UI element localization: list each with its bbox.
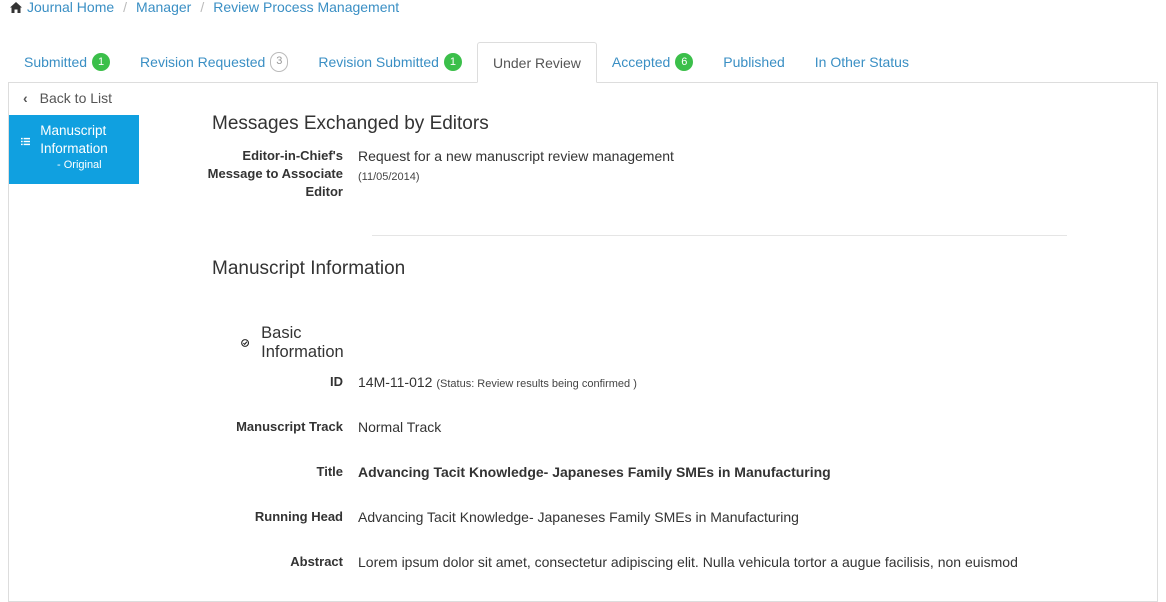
track-value: Normal Track [358, 419, 442, 435]
chevron-left-icon: ‹ [23, 90, 28, 106]
messages-heading: Messages Exchanged by Editors [212, 113, 489, 134]
tab-label: Published [723, 54, 785, 70]
abstract-label: Abstract [290, 554, 343, 569]
running-head-value: Advancing Tacit Knowledge- Japaneses Fam… [358, 509, 799, 525]
breadcrumb-journal-home[interactable]: Journal Home [27, 0, 114, 15]
tab-label: Revision Requested [140, 54, 266, 70]
title-value: Advancing Tacit Knowledge- Japaneses Fam… [358, 464, 831, 480]
status-tabs: Submitted 1 Revision Requested 3 Revisio… [9, 42, 924, 83]
label-line: Message to Associate [207, 166, 343, 181]
id-label: ID [330, 374, 343, 389]
label-line: Editor [305, 184, 343, 199]
abstract-value: Lorem ipsum dolor sit amet, consectetur … [358, 554, 1018, 570]
back-label: Back to List [39, 90, 113, 106]
tab-accepted[interactable]: Accepted 6 [597, 42, 708, 82]
count-badge: 3 [270, 52, 289, 72]
count-badge: 1 [92, 53, 111, 71]
manuscript-id: 14M-11-012 [358, 374, 433, 390]
basic-information-section[interactable]: Basic Information [241, 324, 348, 362]
running-head-label: Running Head [254, 509, 343, 524]
tab-under-review[interactable]: Under Review [476, 42, 597, 83]
tab-revision-submitted[interactable]: Revision Submitted 1 [303, 42, 477, 82]
tab-label: Accepted [611, 54, 671, 70]
tab-label: Submitted [24, 54, 88, 70]
editor-message-text: Request for a new manuscript review mana… [358, 148, 674, 164]
sidebar-item-sublabel: - Original [57, 159, 102, 171]
label-line: Editor-in-Chief's [242, 148, 343, 163]
sidebar: ‹ Back to List Manuscript Information - … [9, 83, 140, 184]
detail-panel: ‹ Back to List Manuscript Information - … [8, 82, 1158, 602]
count-badge: 1 [443, 53, 462, 71]
manuscript-heading: Manuscript Information [212, 258, 406, 279]
tab-label: In Other Status [814, 54, 909, 70]
sidebar-item-label: Manuscript Information [40, 123, 108, 156]
tab-in-other-status[interactable]: In Other Status [800, 42, 924, 82]
tab-submitted[interactable]: Submitted 1 [9, 42, 125, 82]
check-circle-icon [241, 339, 250, 347]
title-label: Title [316, 464, 344, 479]
tab-published[interactable]: Published [708, 42, 800, 82]
home-icon [10, 1, 22, 13]
breadcrumb-manager[interactable]: Manager [136, 0, 191, 15]
section-title: Basic Information [261, 324, 344, 361]
track-label: Manuscript Track [236, 419, 343, 434]
breadcrumb-separator: / [200, 0, 205, 15]
divider [372, 235, 1067, 236]
count-badge: 6 [675, 53, 694, 71]
manuscript-status: (Status: Review results being confirmed … [436, 378, 637, 390]
list-icon [21, 137, 31, 146]
editor-message-date: (11/05/2014) [358, 171, 420, 183]
breadcrumb: Journal Home / Manager / Review Process … [10, 0, 399, 16]
back-to-list-button[interactable]: ‹ Back to List [9, 83, 140, 113]
tab-label: Revision Submitted [318, 54, 439, 70]
editor-message-label: Editor-in-Chief's Message to Associate E… [189, 147, 343, 201]
breadcrumb-separator: / [123, 0, 128, 15]
breadcrumb-review-process[interactable]: Review Process Management [213, 0, 399, 15]
tab-revision-requested[interactable]: Revision Requested 3 [125, 42, 303, 82]
sidebar-item-manuscript-information[interactable]: Manuscript Information - Original [9, 115, 139, 184]
tab-label: Under Review [492, 54, 581, 71]
id-value: 14M-11-012 (Status: Review results being… [358, 373, 637, 393]
